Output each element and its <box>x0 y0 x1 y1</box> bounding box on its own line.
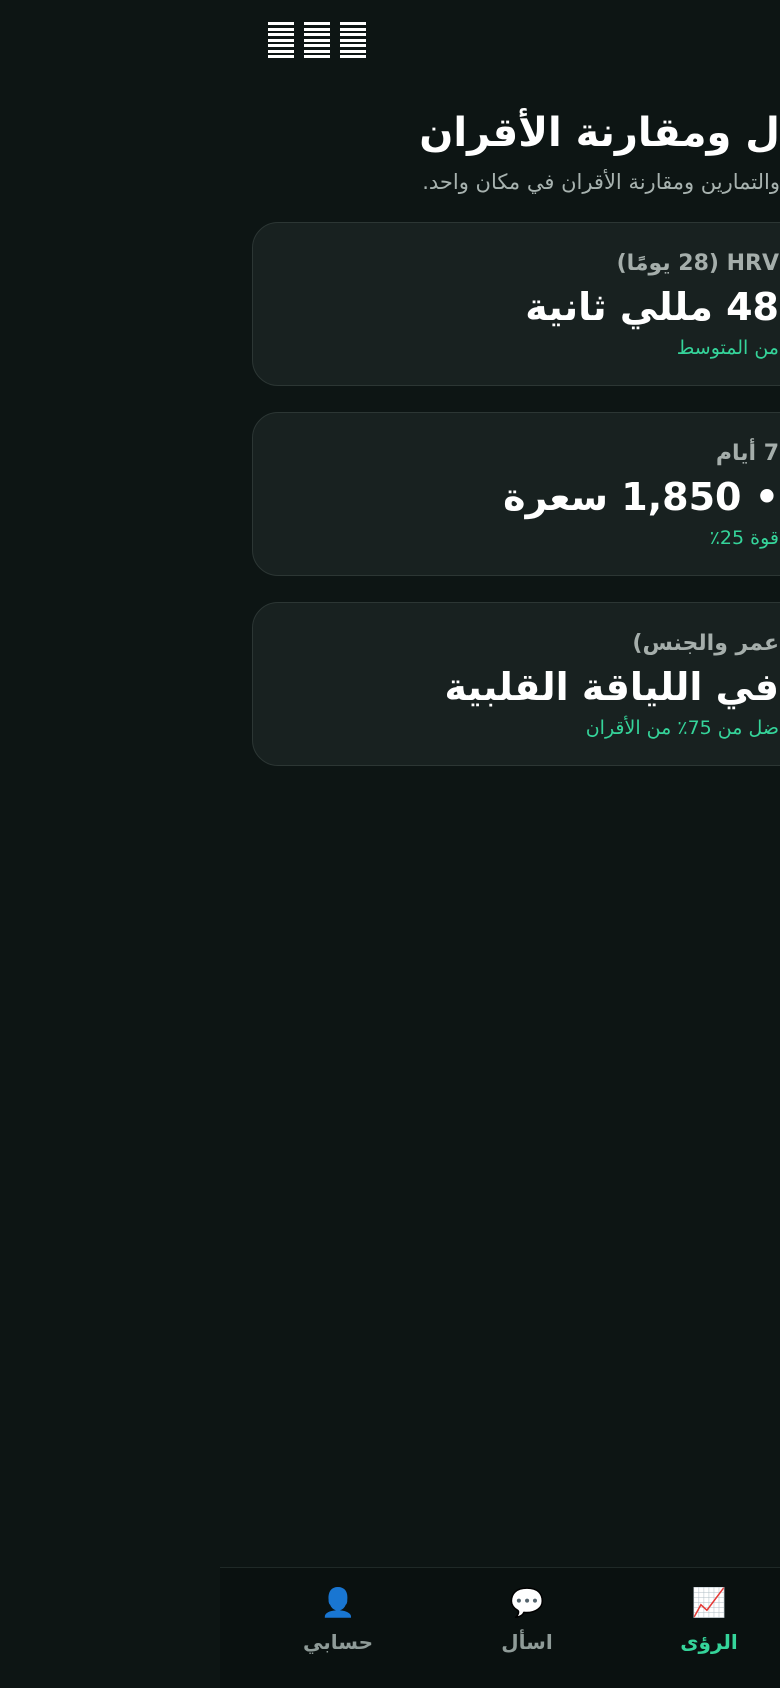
page-title: ل ومقارنة الأقران <box>419 110 780 156</box>
card-note: ضل من 75٪ من الأقران <box>585 717 779 739</box>
chart-trend-icon: 📈 <box>691 1586 727 1619</box>
card-value: 48 مللي ثانية <box>525 285 779 329</box>
app-screen: ل ومقارنة الأقران والتمارين ومقارنة الأق… <box>0 0 780 1688</box>
speech-bubble-icon: 💬 <box>509 1586 545 1619</box>
top-icon-group <box>268 22 366 58</box>
peer-comparison-card[interactable]: عمر والجنس) في اللياقة القلبية ضل من 75٪… <box>252 602 780 766</box>
tab-label: الرؤى <box>680 1630 738 1654</box>
tab-ask[interactable]: 💬 اسأل <box>467 1586 587 1654</box>
hrv-card[interactable]: HRV (28 يومًا) 48 مللي ثانية من المتوسط <box>252 222 780 386</box>
card-label: 7 أيام <box>715 441 779 466</box>
tab-label: اسأل <box>501 1630 553 1654</box>
bottom-tab-bar: 👤 حسابي 💬 اسأل 📈 الرؤى <box>220 1567 780 1688</box>
lines-icon <box>268 22 294 58</box>
card-note: من المتوسط <box>676 337 779 359</box>
page-subtitle: والتمارين ومقارنة الأقران في مكان واحد. <box>422 170 780 194</box>
tab-insights[interactable]: 📈 الرؤى <box>649 1586 769 1654</box>
card-label: HRV (28 يومًا) <box>616 251 779 276</box>
card-note: قوة 25٪ <box>709 527 779 549</box>
user-icon: 👤 <box>320 1586 356 1619</box>
lines-icon <box>340 22 366 58</box>
card-value: • 1,850 سعرة <box>503 475 779 519</box>
tab-account[interactable]: 👤 حسابي <box>278 1586 398 1654</box>
tab-label: حسابي <box>302 1630 374 1654</box>
card-label: عمر والجنس) <box>632 631 779 656</box>
lines-icon <box>304 22 330 58</box>
calories-card[interactable]: 7 أيام • 1,850 سعرة قوة 25٪ <box>252 412 780 576</box>
card-value: في اللياقة القلبية <box>444 665 779 709</box>
